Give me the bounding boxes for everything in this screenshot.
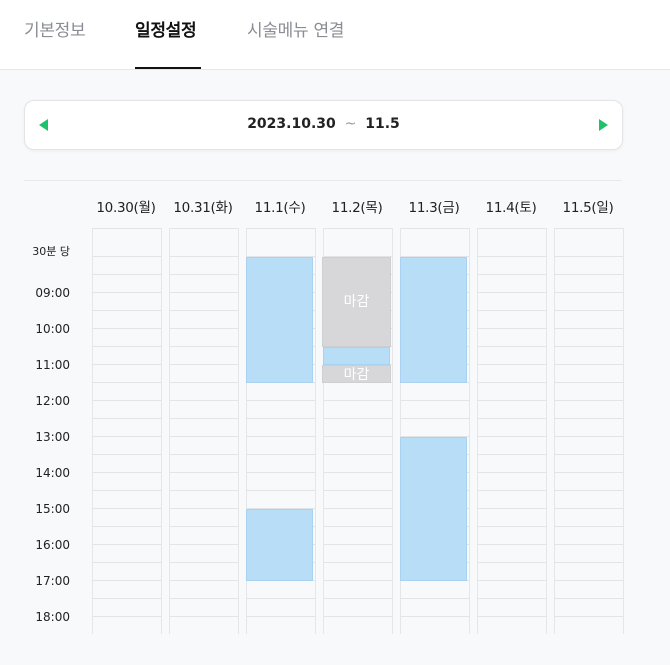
- tab-schedule-settings[interactable]: 일정설정: [135, 16, 197, 41]
- available-block[interactable]: [400, 437, 467, 581]
- hour-label: 15:00: [35, 502, 70, 516]
- hour-label: 17:00: [35, 574, 70, 588]
- week-range-separator: ~: [344, 116, 357, 132]
- triangle-right-icon[interactable]: [599, 119, 608, 131]
- closed-block: 마감: [322, 365, 391, 383]
- day-header-wed: 11.1(수): [254, 200, 306, 216]
- day-column-sun[interactable]: [554, 228, 624, 634]
- day-header-fri: 11.3(금): [408, 200, 460, 216]
- hour-label: 11:00: [35, 358, 70, 372]
- day-header-mon: 10.30(월): [96, 200, 156, 216]
- week-end: 11.5: [365, 116, 400, 132]
- available-block[interactable]: [323, 347, 390, 365]
- day-column-sat[interactable]: [477, 228, 547, 634]
- hour-label: 09:00: [35, 286, 70, 300]
- closed-label: 마감: [343, 294, 370, 310]
- week-navigator: 2023.10.30 ~ 11.5: [24, 100, 623, 150]
- day-header-sat: 11.4(토): [485, 200, 537, 216]
- day-column-mon[interactable]: [92, 228, 162, 634]
- week-range: 2023.10.30 ~ 11.5: [25, 116, 622, 132]
- hour-label: 10:00: [35, 322, 70, 336]
- hour-label: 13:00: [35, 430, 70, 444]
- available-block[interactable]: [400, 257, 467, 383]
- hour-label: 16:00: [35, 538, 70, 552]
- closed-label: 마감: [343, 367, 370, 383]
- available-block[interactable]: [246, 509, 313, 581]
- active-tab-indicator: [135, 67, 201, 69]
- hour-label: 14:00: [35, 466, 70, 480]
- available-block[interactable]: [246, 257, 313, 383]
- tab-treatment-menu-link[interactable]: 시술메뉴 연결: [247, 16, 344, 41]
- day-column-tue[interactable]: [169, 228, 239, 634]
- hour-label: 18:00: [35, 610, 70, 624]
- week-start: 2023.10.30: [247, 116, 336, 132]
- divider: [24, 180, 622, 181]
- closed-block: 마감: [322, 257, 391, 347]
- day-header-sun: 11.5(일): [562, 200, 614, 216]
- day-header-tue: 10.31(화): [173, 200, 233, 216]
- tab-basic-info[interactable]: 기본정보: [24, 16, 86, 41]
- day-header-thu: 11.2(목): [331, 200, 383, 216]
- tab-bar: 기본정보 일정설정 시술메뉴 연결: [0, 0, 670, 70]
- time-unit-label: 30분 당: [32, 245, 70, 258]
- hour-label: 12:00: [35, 394, 70, 408]
